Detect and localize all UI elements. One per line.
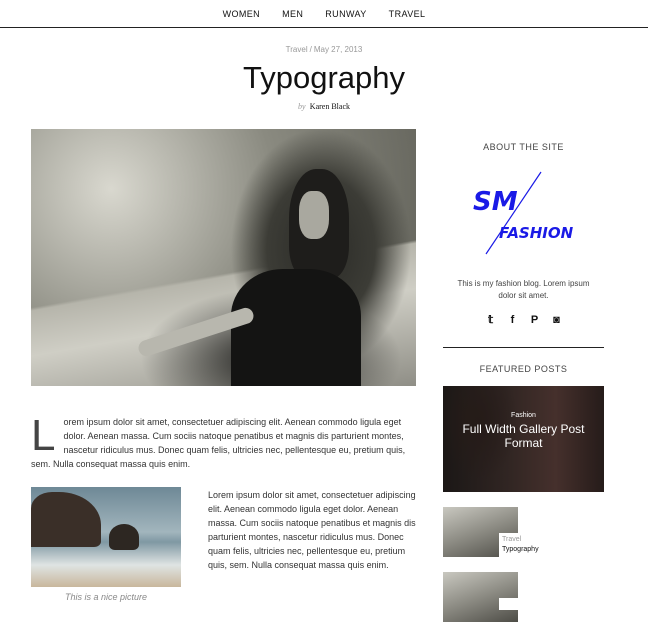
mini-post-category[interactable]: Travel xyxy=(502,535,562,545)
mini-post-title[interactable]: Typography xyxy=(502,545,562,555)
social-links: 𝕥 f P ◙ xyxy=(443,313,604,327)
featured-heading: FEATURED POSTS xyxy=(479,364,568,374)
photo-shape xyxy=(31,492,101,547)
logo-text-top: SM xyxy=(473,187,518,217)
byline: by Karen Black xyxy=(0,102,648,111)
photo-shape xyxy=(231,269,361,386)
photo-shape xyxy=(299,191,329,239)
by-label: by xyxy=(298,102,306,111)
mini-post-thumbnail[interactable] xyxy=(443,572,518,622)
article-body: L orem ipsum dolor sit amet, consectetue… xyxy=(31,411,416,471)
image-caption: This is a nice picture xyxy=(64,592,148,602)
instagram-icon[interactable]: ◙ xyxy=(551,313,562,327)
mini-post[interactable] xyxy=(443,572,604,622)
post-date: May 27, 2013 xyxy=(313,45,363,54)
twitter-icon[interactable]: 𝕥 xyxy=(485,313,496,327)
article-paragraph: orem ipsum dolor sit amet, consectetuer … xyxy=(31,417,406,469)
meta-separator: / xyxy=(309,45,312,54)
nav-item-travel[interactable]: TRAVEL xyxy=(389,9,426,19)
nav-item-runway[interactable]: RUNWAY xyxy=(325,9,366,19)
author-link[interactable]: Karen Black xyxy=(310,102,350,111)
drop-cap: L xyxy=(31,411,56,460)
nav-item-women[interactable]: WOMEN xyxy=(223,9,261,19)
featured-post-card[interactable]: Fashion Full Width Gallery Post Format xyxy=(443,386,604,492)
post-category-link[interactable]: Travel xyxy=(286,45,308,54)
featured-post-category[interactable]: Fashion xyxy=(443,412,604,419)
post-title: Typography xyxy=(243,60,405,95)
mini-post[interactable]: Travel Typography xyxy=(443,507,604,557)
featured-image xyxy=(31,129,416,386)
featured-post-title[interactable]: Full Width Gallery Post Format xyxy=(451,422,596,450)
mini-post-label xyxy=(499,598,565,610)
logo-text-bottom: FASHION xyxy=(499,224,574,242)
site-logo[interactable]: SM FASHION xyxy=(471,168,581,258)
about-text: This is my fashion blog. Lorem ipsum dol… xyxy=(457,279,590,300)
pinterest-icon[interactable]: P xyxy=(529,313,540,327)
post-meta: Travel / May 27, 2013 xyxy=(0,45,648,54)
about-heading: ABOUT THE SITE xyxy=(483,142,564,152)
photo-shape xyxy=(109,524,139,550)
nav-item-men[interactable]: MEN xyxy=(282,9,303,19)
top-navigation: WOMEN MEN RUNWAY TRAVEL xyxy=(0,0,648,28)
facebook-icon[interactable]: f xyxy=(507,313,518,327)
mini-post-label: Travel Typography xyxy=(499,533,565,557)
article-paragraph: Lorem ipsum dolor sit amet, consectetuer… xyxy=(208,490,416,570)
sidebar-divider xyxy=(443,347,604,348)
inline-image xyxy=(31,487,181,587)
